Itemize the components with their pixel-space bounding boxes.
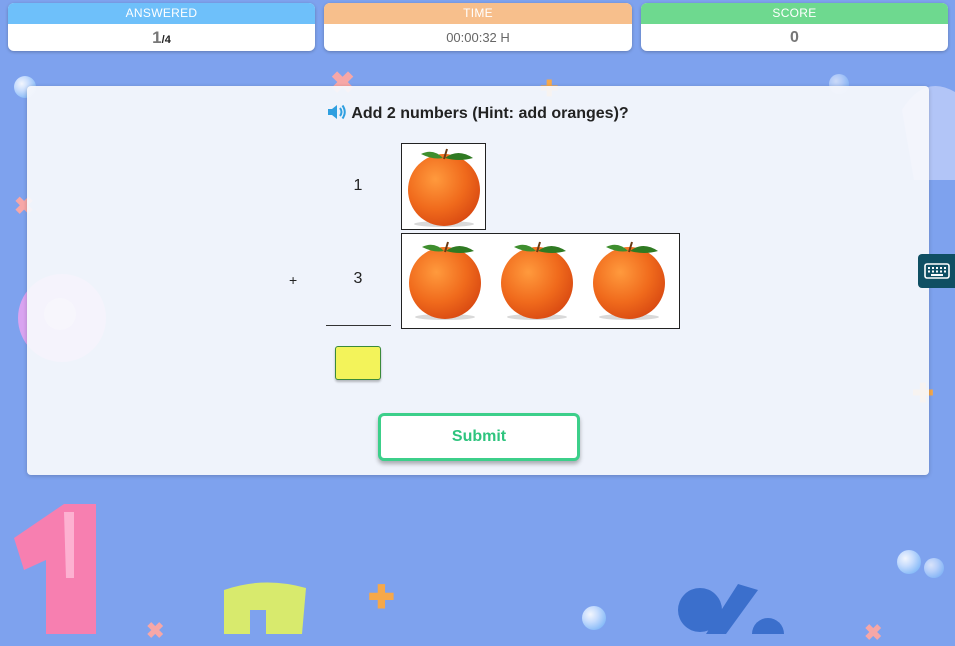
question-row: Add 2 numbers (Hint: add oranges)? [27, 104, 929, 125]
answered-count: 1 [152, 28, 162, 47]
bubble-decoration [897, 550, 921, 574]
answered-header: ANSWERED [8, 3, 315, 24]
x-decoration: ✖ [146, 618, 165, 643]
time-value: 00:00:32 H [446, 30, 510, 45]
answered-total: /4 [161, 34, 171, 46]
keyboard-button[interactable] [918, 254, 955, 288]
orange-icon [404, 239, 486, 321]
time-panel: TIME 00:00:32 H [324, 3, 632, 51]
score-header: SCORE [641, 3, 948, 24]
orange-icon [496, 239, 578, 321]
second-orange-group [401, 233, 680, 329]
first-number: 1 [353, 177, 363, 194]
question-card: Add 2 numbers (Hint: add oranges)? 1 + 3… [27, 86, 929, 475]
sum-line [326, 325, 391, 326]
answered-value: 1/4 [8, 24, 315, 51]
orange-icon [403, 146, 485, 228]
time-header: TIME [324, 3, 632, 24]
keyboard-icon [923, 263, 950, 279]
submit-button[interactable]: Submit [378, 413, 580, 461]
first-orange-group [401, 143, 486, 230]
bubble-decoration [924, 558, 944, 578]
percent-decoration [678, 584, 784, 634]
second-number: 3 [353, 270, 363, 287]
bubble-decoration [582, 606, 606, 630]
score-panel: SCORE 0 [641, 3, 948, 51]
question-text: Add 2 numbers (Hint: add oranges)? [351, 105, 629, 122]
score-value: 0 [790, 29, 799, 46]
x-decoration: ✖ [864, 620, 883, 645]
number-one-decoration [14, 504, 96, 634]
plus-decoration: ✚ [368, 579, 395, 615]
speaker-icon[interactable] [327, 104, 347, 125]
orange-icon [588, 239, 670, 321]
answer-input[interactable] [335, 346, 381, 380]
plus-operator: + [289, 272, 298, 288]
number-four-decoration [224, 582, 306, 634]
answered-panel: ANSWERED 1/4 [8, 3, 315, 51]
